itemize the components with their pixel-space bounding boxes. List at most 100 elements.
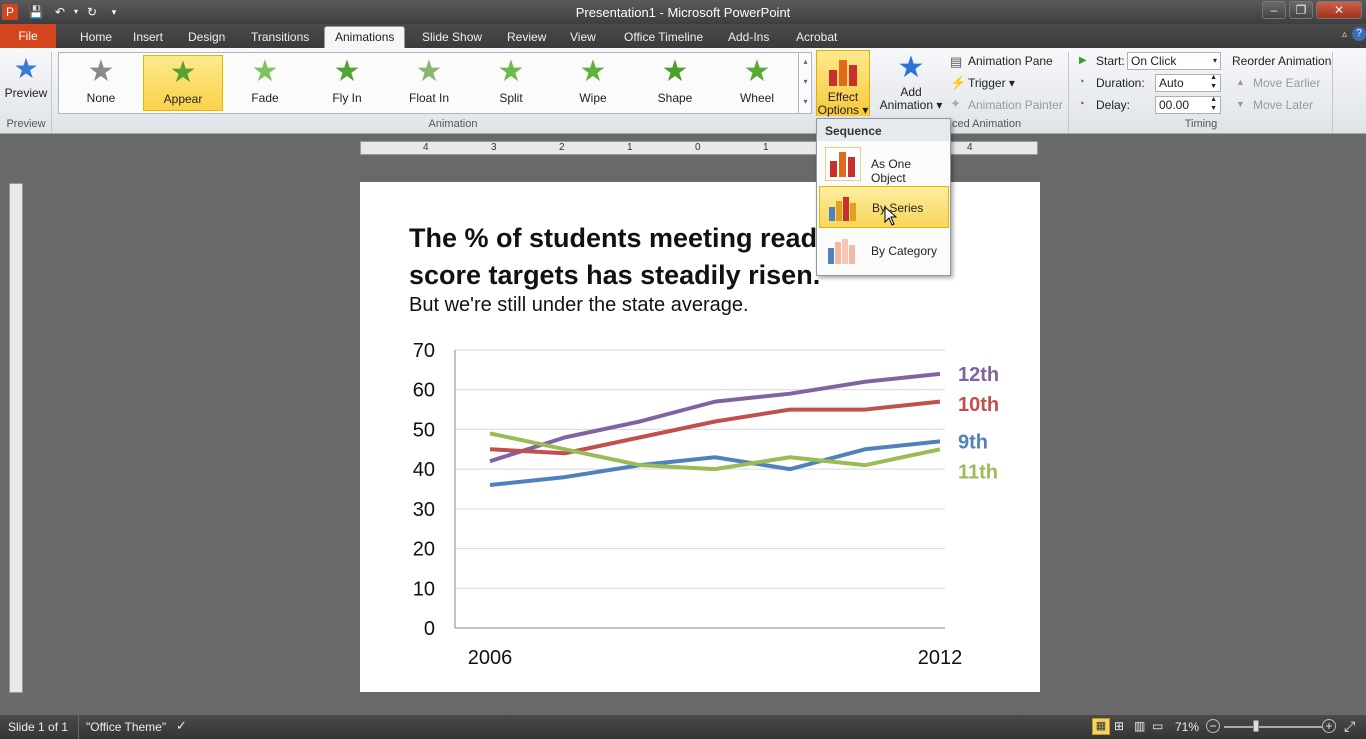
gallery-scroll[interactable]: ▴ ▾ ▾ bbox=[798, 52, 812, 114]
tab-design[interactable]: Design bbox=[184, 27, 229, 48]
y-tick-label: 30 bbox=[413, 499, 435, 521]
tab-animations[interactable]: Animations bbox=[324, 26, 406, 48]
animation-star-icon: ★ bbox=[415, 55, 443, 88]
animation-shape[interactable]: ★ Shape bbox=[635, 55, 715, 111]
duration-label: Duration: bbox=[1096, 76, 1145, 90]
animation-star-icon: ★ bbox=[497, 55, 525, 88]
theme-name[interactable]: "Office Theme" bbox=[86, 720, 166, 734]
tab-review[interactable]: Review bbox=[503, 27, 550, 48]
duration-spinner[interactable]: Auto ▲ ▼ bbox=[1155, 74, 1221, 92]
tab-add-ins[interactable]: Add-Ins bbox=[724, 27, 773, 48]
ruler-tick-label: 4 bbox=[423, 142, 429, 153]
slide-sorter-icon[interactable]: ⊞ bbox=[1114, 719, 1124, 733]
spinner-arrows-icon[interactable]: ▲ ▼ bbox=[1210, 95, 1217, 113]
fit-slide-icon[interactable]: ⤢ bbox=[1344, 718, 1355, 735]
tab-home[interactable]: Home bbox=[76, 27, 116, 48]
move-later-icon: ▼ bbox=[1236, 99, 1245, 109]
y-tick-label: 10 bbox=[413, 578, 435, 600]
effect-options-button[interactable]: Effect Options ▾ bbox=[816, 50, 870, 117]
menu-item-as-one-object[interactable]: As One Object bbox=[819, 143, 949, 185]
animation-star-icon: ★ bbox=[579, 55, 607, 88]
delay-clock-icon: ◔ bbox=[1078, 98, 1085, 110]
tab-file[interactable]: File bbox=[0, 24, 56, 48]
animation-none[interactable]: ★ None bbox=[61, 55, 141, 111]
help-icon[interactable]: ? bbox=[1352, 27, 1366, 41]
tab-acrobat[interactable]: Acrobat bbox=[792, 27, 841, 48]
effect-options-dropdown: Sequence As One Object By Series By Cate… bbox=[816, 118, 951, 276]
animation-fly-in[interactable]: ★ Fly In bbox=[307, 55, 387, 111]
close-button[interactable]: ✕ bbox=[1316, 1, 1362, 19]
trigger-icon: ⚡ bbox=[950, 75, 967, 90]
effect-options-label-2: Options ▾ bbox=[817, 103, 869, 117]
tab-slide-show[interactable]: Slide Show bbox=[418, 27, 486, 48]
spinner-arrows-icon[interactable]: ▲ ▼ bbox=[1210, 73, 1217, 91]
reading-view-icon[interactable]: ▥ bbox=[1134, 719, 1145, 733]
maximize-button[interactable]: ❐ bbox=[1289, 1, 1313, 19]
animation-pane-button[interactable]: Animation Pane bbox=[968, 54, 1053, 68]
series-label-10th: 10th bbox=[958, 394, 999, 416]
tab-office-timeline[interactable]: Office Timeline bbox=[620, 27, 707, 48]
zoom-level[interactable]: 71% bbox=[1175, 720, 1199, 734]
ribbon-animations: ★ Preview Preview ★ None ★ Appear ★ Fade ★ Fly … bbox=[0, 48, 1366, 134]
animation-label: Fade bbox=[251, 91, 279, 105]
reorder-animation-label: Reorder Animation bbox=[1232, 54, 1332, 68]
delay-value: 00.00 bbox=[1159, 98, 1190, 112]
animation-star-icon: ★ bbox=[743, 55, 771, 88]
animation-wheel[interactable]: ★ Wheel bbox=[717, 55, 797, 111]
tab-transitions[interactable]: Transitions bbox=[247, 27, 313, 48]
group-divider bbox=[51, 52, 52, 132]
minimize-button[interactable]: – bbox=[1262, 1, 1286, 19]
line-chart[interactable]: 0 10 20 30 40 50 60 70 2006 2012 12th 10th 9th 11th bbox=[400, 342, 1020, 682]
group-timing: Timing bbox=[1184, 118, 1218, 130]
title-bar: P 💾 ↶ ▾ ↻ ▾ Presentation1 - Microsoft Po… bbox=[0, 0, 1366, 24]
tab-insert[interactable]: Insert bbox=[129, 27, 167, 48]
series-label-11th: 11th bbox=[958, 461, 998, 483]
animation-appear[interactable]: ★ Appear bbox=[143, 55, 223, 111]
animation-pane-icon: ▤ bbox=[950, 54, 963, 69]
series-label-9th: 9th bbox=[958, 431, 988, 453]
ruler-tick-label: 2 bbox=[559, 142, 565, 153]
start-select[interactable]: On Click ▾ bbox=[1127, 52, 1221, 70]
animation-gallery: ★ None ★ Appear ★ Fade ★ Fly In ★ Float In ★ Split ★… bbox=[58, 52, 812, 114]
series-label-12th: 12th bbox=[958, 364, 999, 386]
animation-star-icon: ★ bbox=[333, 55, 361, 88]
zoom-in-icon[interactable]: + bbox=[1322, 719, 1336, 733]
zoom-out-icon[interactable]: − bbox=[1206, 719, 1220, 733]
animation-star-icon: ★ bbox=[251, 55, 279, 88]
by-category-chart-icon bbox=[828, 239, 855, 264]
group-animation: Animation bbox=[428, 118, 478, 130]
animation-split[interactable]: ★ Split bbox=[471, 55, 551, 111]
zoom-slider[interactable] bbox=[1224, 726, 1322, 728]
start-label: Start: bbox=[1096, 54, 1125, 68]
animation-float-in[interactable]: ★ Float In bbox=[389, 55, 469, 111]
slide-show-icon[interactable]: ▭ bbox=[1152, 719, 1163, 733]
animation-wipe[interactable]: ★ Wipe bbox=[553, 55, 633, 111]
y-tick-label: 50 bbox=[413, 419, 435, 441]
animation-star-icon: ★ bbox=[661, 55, 689, 88]
animation-star-icon: ★ bbox=[87, 55, 115, 88]
add-animation-label-1: Add bbox=[900, 85, 922, 99]
series-line-10th bbox=[489, 399, 941, 456]
spell-check-icon[interactable]: ✓ bbox=[176, 718, 187, 734]
minimize-ribbon-icon[interactable]: ▵ bbox=[1342, 29, 1347, 40]
move-later-button[interactable]: Move Later bbox=[1253, 98, 1313, 112]
menu-item-by-category[interactable]: By Category bbox=[819, 230, 949, 272]
window-title: Presentation1 - Microsoft PowerPoint bbox=[575, 5, 791, 20]
animation-fade[interactable]: ★ Fade bbox=[225, 55, 305, 111]
mouse-cursor-icon bbox=[884, 206, 898, 226]
preview-button[interactable]: ★ Preview bbox=[4, 52, 48, 112]
slide-subtitle[interactable]: But we're still under the state average. bbox=[409, 294, 749, 317]
effect-options-chart-icon bbox=[829, 60, 857, 86]
move-earlier-button[interactable]: Move Earlier bbox=[1253, 76, 1320, 90]
zoom-slider-thumb[interactable] bbox=[1253, 720, 1259, 732]
start-value: On Click bbox=[1131, 54, 1177, 68]
trigger-button[interactable]: Trigger ▾ bbox=[968, 76, 1015, 90]
normal-view-icon[interactable]: ▦ bbox=[1092, 718, 1110, 735]
tab-view[interactable]: View bbox=[566, 27, 600, 48]
dropdown-header: Sequence bbox=[817, 119, 950, 141]
add-animation-button[interactable]: ★ Add Animation ▾ bbox=[878, 50, 944, 116]
menu-item-label: As One Object bbox=[871, 157, 912, 185]
preview-label: Preview bbox=[4, 86, 48, 100]
delay-spinner[interactable]: 00.00 ▲ ▼ bbox=[1155, 96, 1221, 114]
animation-painter-button[interactable]: Animation Painter bbox=[968, 98, 1063, 112]
